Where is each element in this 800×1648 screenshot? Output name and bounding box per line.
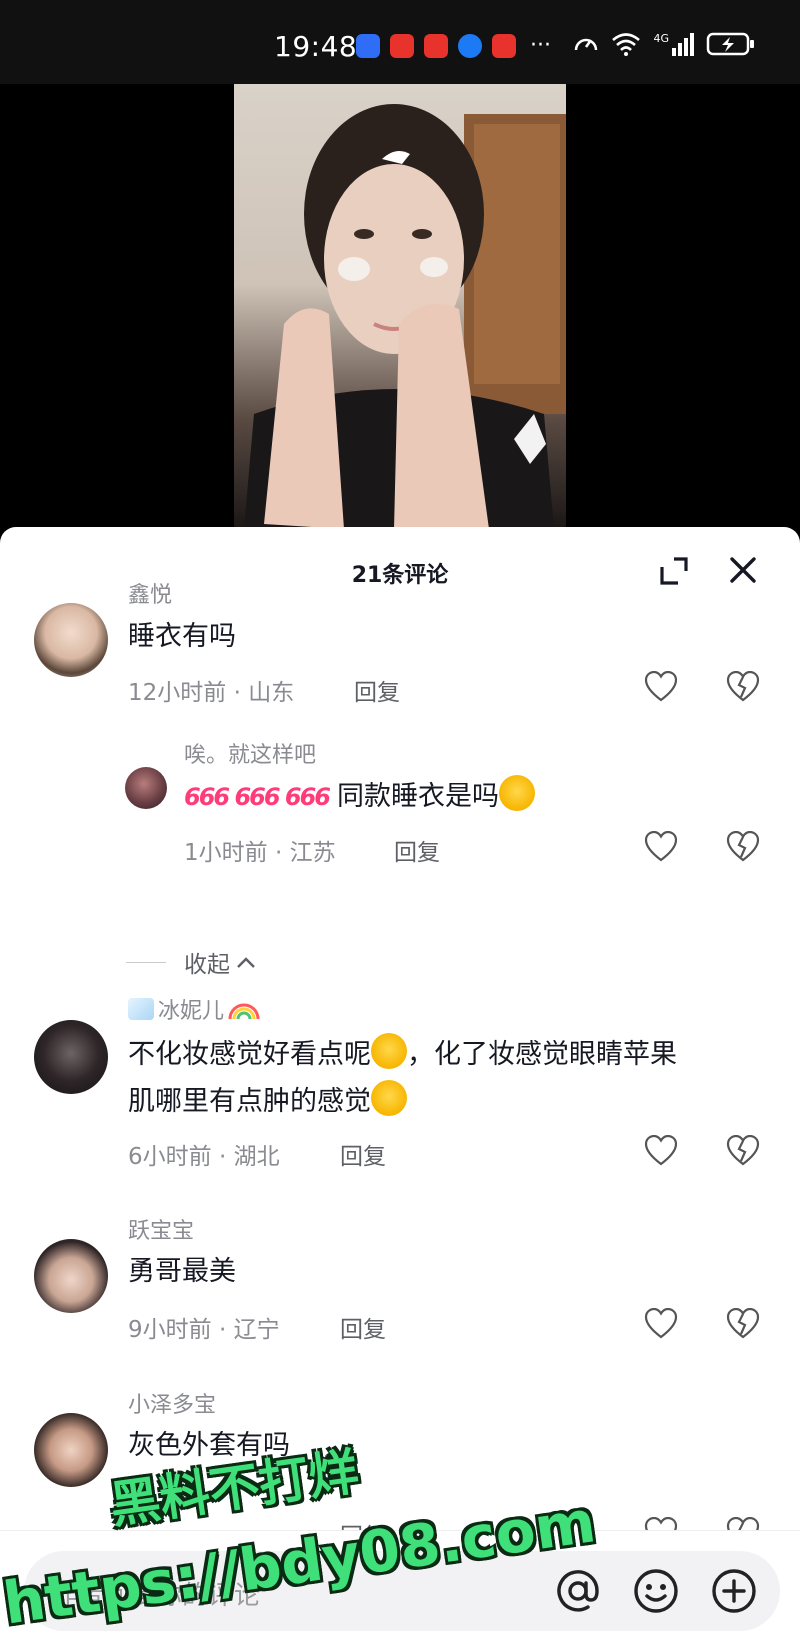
like-heart-icon[interactable] xyxy=(644,671,678,703)
reply-button[interactable]: 回复 xyxy=(354,673,400,707)
video-player[interactable] xyxy=(0,84,800,529)
avatar[interactable] xyxy=(125,767,167,809)
comment-text-part: 不化妆感觉好看点呢 xyxy=(128,1039,371,1070)
more-notifications-icon: ··· xyxy=(530,33,551,58)
comment-meta: 9小时前 · 辽宁 xyxy=(128,1317,280,1343)
dislike-icon[interactable] xyxy=(726,831,760,863)
collapse-divider xyxy=(126,962,166,963)
app-notification-icon xyxy=(492,34,516,58)
comment-text: 不化妆感觉好看点呢 ，化了妆感觉眼睛苹果 xyxy=(128,1031,677,1078)
ice-cube-icon xyxy=(128,998,154,1020)
signal-icon: 4G xyxy=(653,32,694,56)
notification-icons: ··· xyxy=(356,34,551,58)
reply-button[interactable]: 回复 xyxy=(340,1137,386,1171)
expand-icon[interactable] xyxy=(656,553,692,589)
comment-text: 睡衣有吗 xyxy=(128,621,236,652)
app-notification-icon xyxy=(390,34,414,58)
reply-text-body: 同款睡衣是吗 xyxy=(337,781,500,812)
avatar[interactable] xyxy=(34,1413,108,1487)
dislike-icon[interactable] xyxy=(726,1308,760,1340)
comment-meta: 6小时前 · 湖北 xyxy=(128,1144,280,1170)
close-icon[interactable] xyxy=(724,551,762,589)
comment-text-part: 肌哪里有点肿的感觉 xyxy=(128,1086,371,1117)
comment-text-part: ，化了妆感觉眼睛苹果 xyxy=(407,1039,677,1070)
emoji-666-sticker: 666 666 666 xyxy=(184,783,331,811)
avatar[interactable] xyxy=(34,603,108,677)
video-still-image xyxy=(244,104,566,529)
reply-text: 666 666 666 同款睡衣是吗 xyxy=(184,773,536,821)
laughing-tears-emoji-icon xyxy=(499,775,536,811)
reply-author[interactable]: 唉。就这样吧 xyxy=(184,737,316,769)
comment-author[interactable]: 跃宝宝 xyxy=(128,1213,194,1245)
app-notification-icon xyxy=(356,34,380,58)
reply-meta: 1小时前 · 江苏 xyxy=(184,840,336,866)
reply-button[interactable]: 回复 xyxy=(394,833,440,867)
emoji-face-icon[interactable] xyxy=(628,1563,684,1619)
status-bar: 19:48 ··· 4G xyxy=(0,0,800,84)
reply-button[interactable]: 回复 xyxy=(340,1310,386,1344)
like-heart-icon[interactable] xyxy=(644,1135,678,1167)
status-right: 4G xyxy=(573,32,756,56)
comment-author[interactable]: 冰妮儿 xyxy=(128,993,260,1025)
comment-author[interactable]: 小泽多宝 xyxy=(128,1387,216,1419)
mention-at-icon[interactable] xyxy=(550,1563,606,1619)
like-heart-icon[interactable] xyxy=(644,1308,678,1340)
video-frame[interactable] xyxy=(234,84,566,529)
dislike-icon[interactable] xyxy=(726,1135,760,1167)
chevron-up-icon xyxy=(237,957,255,968)
comment-text: 勇哥最美 xyxy=(128,1256,236,1287)
flushed-emoji-icon xyxy=(371,1080,407,1116)
collapse-replies-button[interactable]: 收起 xyxy=(184,945,256,979)
collapse-label: 收起 xyxy=(184,952,230,978)
like-heart-icon[interactable] xyxy=(644,831,678,863)
rainbow-icon xyxy=(228,1003,260,1020)
app-notification-icon xyxy=(458,34,482,58)
battery-charging-icon xyxy=(706,32,754,56)
comment-author[interactable]: 鑫悦 xyxy=(128,577,172,609)
avatar[interactable] xyxy=(34,1239,108,1313)
add-circle-icon[interactable] xyxy=(706,1563,762,1619)
avatar[interactable] xyxy=(34,1020,108,1094)
comment-meta: 12小时前 · 山东 xyxy=(128,680,295,706)
comment-author-name: 冰妮儿 xyxy=(158,999,225,1024)
speed-icon xyxy=(575,38,598,51)
app-notification-icon xyxy=(424,34,448,58)
laughing-tears-emoji-icon xyxy=(371,1033,407,1069)
wifi-icon xyxy=(612,33,641,56)
dislike-icon[interactable] xyxy=(726,671,760,703)
comment-text: 肌哪里有点肿的感觉 xyxy=(128,1078,407,1125)
network-type-label: 4G xyxy=(653,32,669,45)
status-time: 19:48 xyxy=(274,30,358,63)
